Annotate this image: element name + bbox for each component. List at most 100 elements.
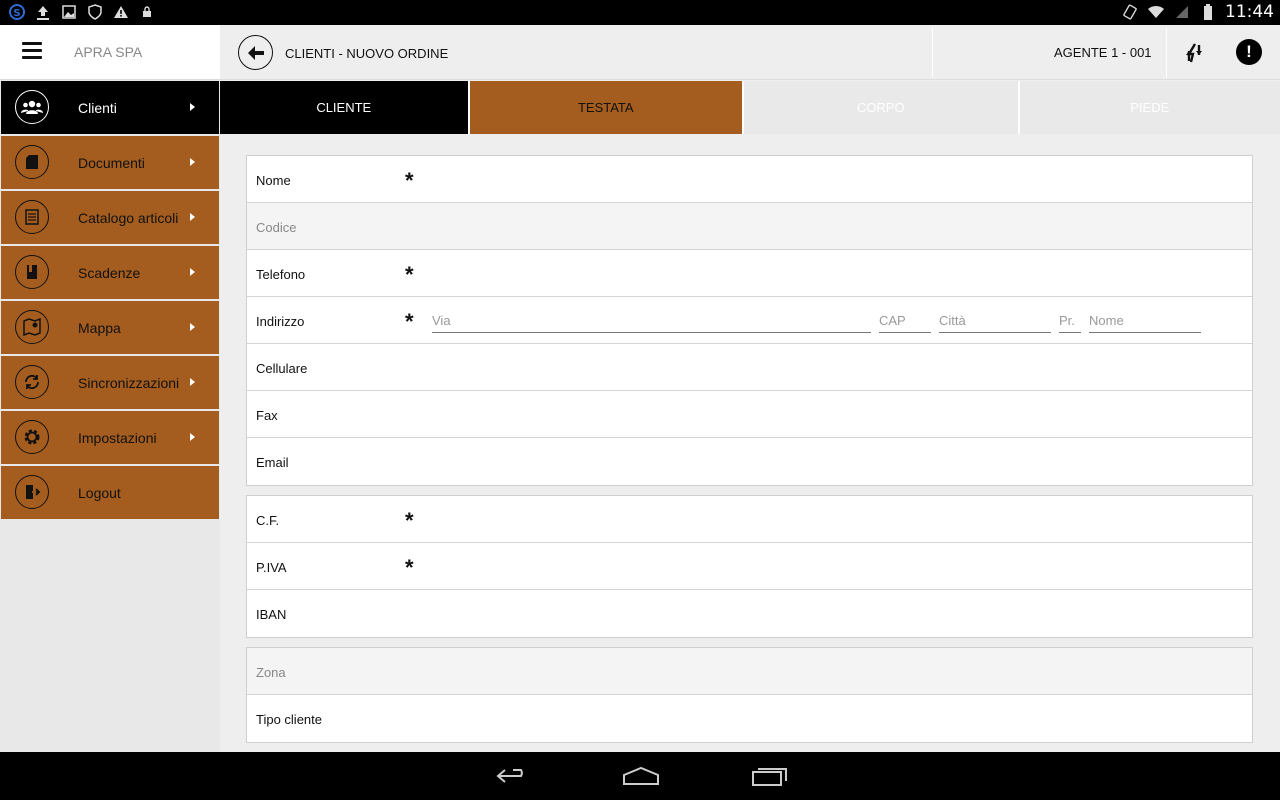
chevron-right-icon bbox=[190, 268, 195, 276]
form-content: Nome * Codice Telefono * Indirizzo * Via… bbox=[220, 134, 1280, 752]
required-mark: * bbox=[405, 262, 414, 287]
page-title: CLIENTI - NUOVO ORDINE bbox=[285, 46, 449, 61]
back-arrow-icon bbox=[496, 769, 523, 783]
lock-icon bbox=[138, 3, 156, 21]
field-iban[interactable]: IBAN bbox=[247, 590, 1252, 637]
field-label: Zona bbox=[256, 665, 286, 680]
tab-cliente[interactable]: CLIENTE bbox=[220, 81, 468, 134]
arrow-left-icon bbox=[247, 45, 264, 60]
tax-info-card: C.F. * P.IVA * IBAN bbox=[246, 495, 1253, 638]
document-icon bbox=[15, 145, 49, 179]
chevron-right-icon bbox=[190, 323, 195, 331]
field-label: Telefono bbox=[256, 267, 306, 282]
chevron-right-icon bbox=[190, 158, 195, 166]
hamburger-menu-icon[interactable] bbox=[22, 42, 42, 60]
required-mark: * bbox=[405, 508, 414, 533]
field-email[interactable]: Email bbox=[247, 438, 1252, 485]
sidebar-item-label: Logout bbox=[78, 485, 121, 501]
sidebar-item-label: Mappa bbox=[78, 320, 121, 336]
field-tipo-cliente[interactable]: Tipo cliente bbox=[247, 695, 1252, 742]
field-zona: Zona bbox=[247, 648, 1252, 695]
wifi-icon bbox=[1147, 3, 1165, 21]
upload-icon bbox=[34, 3, 52, 21]
alert-button[interactable]: ! bbox=[1236, 39, 1262, 65]
warning-icon bbox=[112, 3, 130, 21]
nav-home-button[interactable] bbox=[621, 764, 661, 788]
field-piva[interactable]: P.IVA * bbox=[247, 543, 1252, 590]
sidebar-item-mappa[interactable]: Mappa bbox=[1, 301, 219, 354]
sidebar-item-impostazioni[interactable]: Impostazioni bbox=[1, 411, 219, 464]
required-mark: * bbox=[405, 168, 414, 193]
field-cf[interactable]: C.F. * bbox=[247, 496, 1252, 543]
map-icon bbox=[15, 310, 49, 344]
address-cap-input[interactable]: CAP bbox=[879, 307, 931, 333]
agent-label: AGENTE 1 - 001 bbox=[1054, 45, 1152, 60]
sync-arrows-icon bbox=[1186, 43, 1202, 63]
image-icon bbox=[60, 3, 78, 21]
sidebar-item-clienti[interactable]: Clienti bbox=[1, 81, 219, 134]
address-nome-input[interactable]: Nome bbox=[1089, 307, 1201, 333]
field-label: P.IVA bbox=[256, 560, 287, 575]
sync-button[interactable] bbox=[1182, 41, 1206, 65]
logout-icon bbox=[15, 475, 49, 509]
exclamation-icon: ! bbox=[1246, 42, 1252, 61]
sidebar-item-catalogo-articoli[interactable]: Catalogo articoli bbox=[1, 191, 219, 244]
tab-testata[interactable]: TESTATA bbox=[469, 81, 743, 134]
sidebar-item-label: Documenti bbox=[78, 155, 145, 171]
field-label: C.F. bbox=[256, 513, 280, 528]
sidebar-item-label: Clienti bbox=[78, 100, 117, 116]
signal-icon bbox=[1173, 3, 1191, 21]
sidebar-header: APRA SPA bbox=[0, 25, 220, 80]
field-label: Nome bbox=[256, 173, 291, 188]
chevron-right-icon bbox=[190, 103, 195, 111]
required-mark: * bbox=[405, 555, 414, 580]
catalog-icon bbox=[15, 200, 49, 234]
classification-card: Zona Tipo cliente bbox=[246, 647, 1253, 743]
field-indirizzo: Indirizzo * Via CAP Città Pr. Nome bbox=[247, 297, 1252, 344]
field-telefono[interactable]: Telefono * bbox=[247, 250, 1252, 297]
order-tabs: CLIENTE TESTATA CORPO PIEDE bbox=[220, 81, 1280, 134]
tab-piede: PIEDE bbox=[1019, 81, 1280, 134]
book-icon bbox=[15, 255, 49, 289]
field-cellulare[interactable]: Cellulare bbox=[247, 344, 1252, 391]
field-codice: Codice bbox=[247, 203, 1252, 250]
field-label: Email bbox=[256, 455, 289, 470]
address-via-input[interactable]: Via bbox=[432, 307, 871, 333]
header-divider bbox=[932, 28, 933, 77]
field-fax[interactable]: Fax bbox=[247, 391, 1252, 438]
field-label: IBAN bbox=[256, 607, 287, 622]
home-icon bbox=[623, 766, 659, 785]
required-mark: * bbox=[405, 309, 414, 334]
status-clock: 11:44 bbox=[1225, 2, 1274, 22]
top-bar: CLIENTI - NUOVO ORDINE AGENTE 1 - 001 ! bbox=[220, 25, 1280, 80]
sidebar-item-label: Sincronizzazioni bbox=[78, 375, 180, 391]
rotate-icon bbox=[1121, 3, 1139, 21]
sidebar-item-label: Impostazioni bbox=[78, 430, 157, 446]
sidebar-item-sincronizzazioni[interactable]: Sincronizzazioni bbox=[1, 356, 219, 409]
gear-icon bbox=[15, 420, 49, 454]
customer-info-card: Nome * Codice Telefono * Indirizzo * Via… bbox=[246, 155, 1253, 486]
users-icon bbox=[15, 90, 49, 124]
chevron-right-icon bbox=[190, 378, 195, 386]
address-citta-input[interactable]: Città bbox=[939, 307, 1051, 333]
skype-icon: S bbox=[8, 3, 26, 21]
sidebar-item-label: Catalogo articoli bbox=[78, 210, 179, 226]
sidebar: APRA SPA Clienti Documenti Catalogo arti… bbox=[0, 25, 220, 752]
field-label: Indirizzo bbox=[256, 314, 305, 329]
header-divider bbox=[1166, 28, 1167, 77]
recents-icon bbox=[752, 768, 787, 786]
status-bar: S 11:44 bbox=[0, 0, 1280, 25]
back-button[interactable] bbox=[238, 35, 273, 70]
sidebar-item-logout[interactable]: Logout bbox=[1, 466, 219, 519]
sync-icon bbox=[15, 365, 49, 399]
field-nome[interactable]: Nome * bbox=[247, 156, 1252, 203]
address-provincia-input[interactable]: Pr. bbox=[1059, 307, 1081, 333]
chevron-right-icon bbox=[190, 433, 195, 441]
nav-recents-button[interactable] bbox=[750, 764, 790, 788]
sidebar-item-scadenze[interactable]: Scadenze bbox=[1, 246, 219, 299]
sidebar-item-label: Scadenze bbox=[78, 265, 141, 281]
sidebar-item-documenti[interactable]: Documenti bbox=[1, 136, 219, 189]
field-label: Cellulare bbox=[256, 361, 308, 376]
nav-back-button[interactable] bbox=[493, 764, 533, 788]
system-nav-bar bbox=[0, 752, 1280, 800]
